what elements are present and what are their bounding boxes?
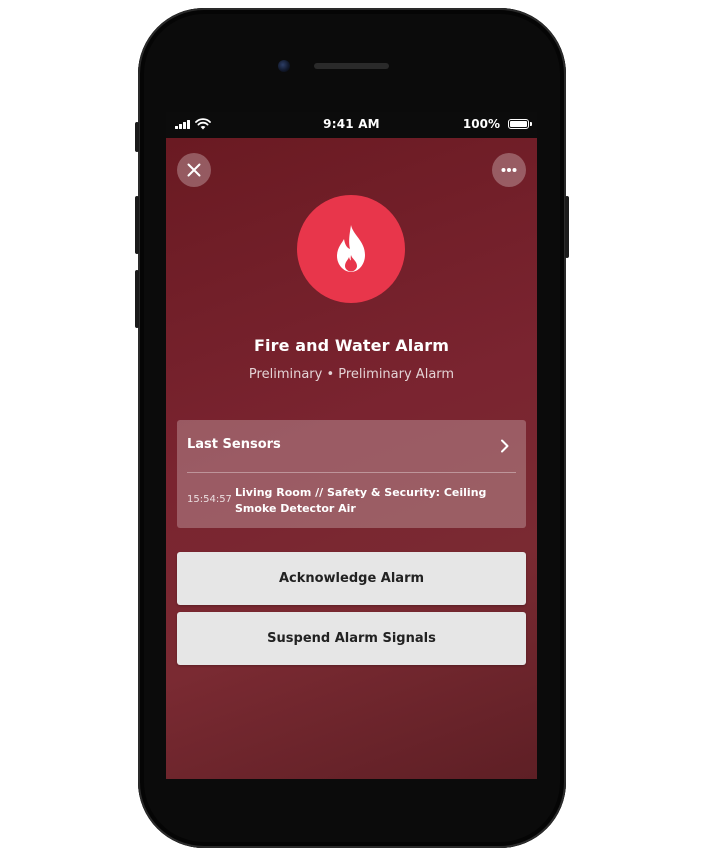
more-options-icon — [501, 168, 517, 172]
phone-screen: 9:41 AM 100% Fire and Water Alarm Prelim… — [166, 112, 537, 779]
more-options-button[interactable] — [492, 153, 526, 187]
earpiece-speaker — [314, 63, 389, 69]
status-bar: 9:41 AM 100% — [166, 112, 537, 138]
close-icon — [187, 163, 201, 177]
divider — [187, 472, 516, 473]
alarm-screen: Fire and Water Alarm Preliminary • Preli… — [166, 138, 537, 779]
alarm-title: Fire and Water Alarm — [254, 336, 449, 355]
fire-icon — [337, 225, 365, 272]
sensor-event-description: Living Room // Safety & Security: Ceilin… — [235, 486, 487, 515]
volume-up-button — [135, 196, 139, 254]
alarm-type-badge — [297, 195, 405, 303]
mute-switch — [135, 122, 139, 152]
suspend-alarm-signals-button[interactable]: Suspend Alarm Signals — [177, 612, 526, 665]
battery-percentage: 100% — [462, 117, 500, 131]
front-camera — [278, 60, 290, 72]
power-button — [565, 196, 569, 258]
last-sensors-card[interactable]: Last Sensors 15:54:57 Living Room // Saf… — [177, 420, 526, 528]
chevron-right-icon — [501, 439, 509, 453]
sensor-event-time: 15:54:57 — [187, 494, 232, 505]
acknowledge-alarm-button[interactable]: Acknowledge Alarm — [177, 552, 526, 605]
volume-down-button — [135, 270, 139, 328]
last-sensors-header: Last Sensors — [187, 437, 281, 452]
close-button[interactable] — [177, 153, 211, 187]
alarm-subtitle: Preliminary • Preliminary Alarm — [248, 367, 455, 382]
battery-icon — [508, 119, 532, 129]
